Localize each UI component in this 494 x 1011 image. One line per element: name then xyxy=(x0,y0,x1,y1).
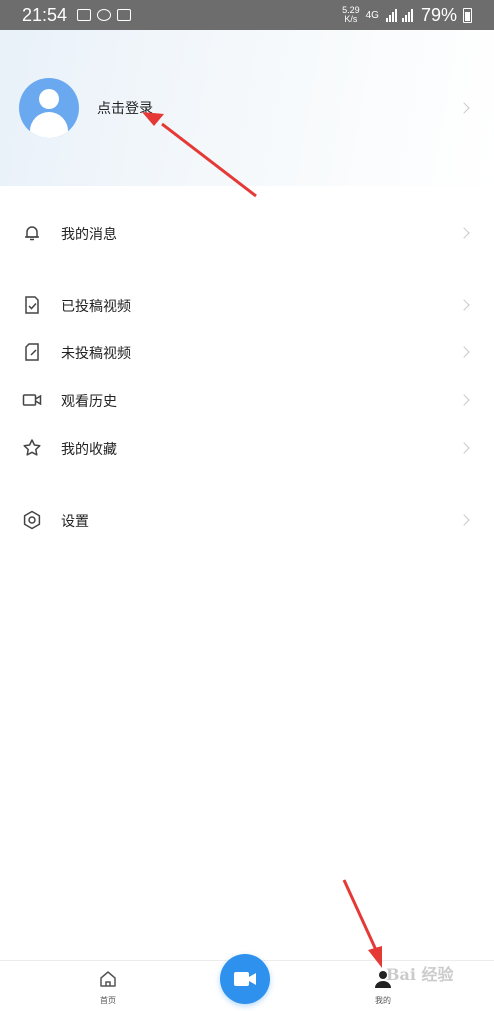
status-time: 21:54 xyxy=(22,4,68,25)
draft-document-icon xyxy=(25,343,39,361)
chevron-right-icon xyxy=(458,227,470,239)
record-video-button[interactable] xyxy=(220,954,270,1004)
record-icon xyxy=(97,9,112,21)
gear-icon xyxy=(23,510,41,530)
star-icon xyxy=(23,439,41,456)
avatar[interactable] xyxy=(19,78,79,138)
tab-home-label: 首页 xyxy=(100,996,116,1005)
menu-label-posted-videos: 已投稿视频 xyxy=(61,299,131,315)
chevron-right-icon xyxy=(458,299,470,311)
tab-mine-label: 我的 xyxy=(375,996,391,1005)
menu-item-settings[interactable]: 设置 xyxy=(0,500,494,540)
battery-percent: 79% xyxy=(420,4,457,25)
chevron-right-icon xyxy=(458,514,470,526)
menu-label-favorites: 我的收藏 xyxy=(61,442,117,458)
avatar-body xyxy=(30,112,68,138)
arrow-to-mine-tab xyxy=(342,879,382,968)
menu-item-posted-videos[interactable]: 已投稿视频 xyxy=(0,285,494,325)
menu-item-watch-history[interactable]: 观看历史 xyxy=(0,380,494,420)
chevron-right-icon xyxy=(458,394,470,406)
menu-label-settings: 设置 xyxy=(61,514,89,530)
posted-document-icon xyxy=(25,296,39,314)
notification-icons xyxy=(77,9,132,21)
menu-item-favorites[interactable]: 我的收藏 xyxy=(0,428,494,468)
watermark: Bai 经验 xyxy=(386,965,454,984)
video-camera-icon xyxy=(234,972,256,986)
menu-label-unposted-videos: 未投稿视频 xyxy=(61,346,131,362)
login-link[interactable]: 点击登录 xyxy=(97,98,153,118)
wifi-icon xyxy=(117,9,132,21)
image-icon xyxy=(77,9,92,21)
menu-item-messages[interactable]: 我的消息 xyxy=(0,213,494,253)
speed-unit: K/s xyxy=(344,14,358,24)
tab-home[interactable]: 首页 xyxy=(88,969,128,1006)
chevron-right-icon xyxy=(458,102,470,114)
network-speed: 5.29 K/s xyxy=(342,6,360,24)
chevron-right-icon xyxy=(458,442,470,454)
bell-icon xyxy=(25,226,39,241)
home-icon xyxy=(100,971,116,987)
network-type: 4G xyxy=(365,9,379,21)
menu-label-watch-history: 观看历史 xyxy=(61,394,117,410)
profile-header[interactable]: 点击登录 xyxy=(0,30,494,186)
video-camera-icon xyxy=(22,394,42,406)
status-bar: 21:54 5.29 K/s 4G 79% xyxy=(0,0,494,30)
chevron-right-icon xyxy=(458,346,470,358)
avatar-head xyxy=(39,89,59,109)
signal-icon xyxy=(385,9,413,22)
menu-label-messages: 我的消息 xyxy=(61,227,117,243)
menu-item-unposted-videos[interactable]: 未投稿视频 xyxy=(0,332,494,372)
battery-icon xyxy=(463,7,472,23)
